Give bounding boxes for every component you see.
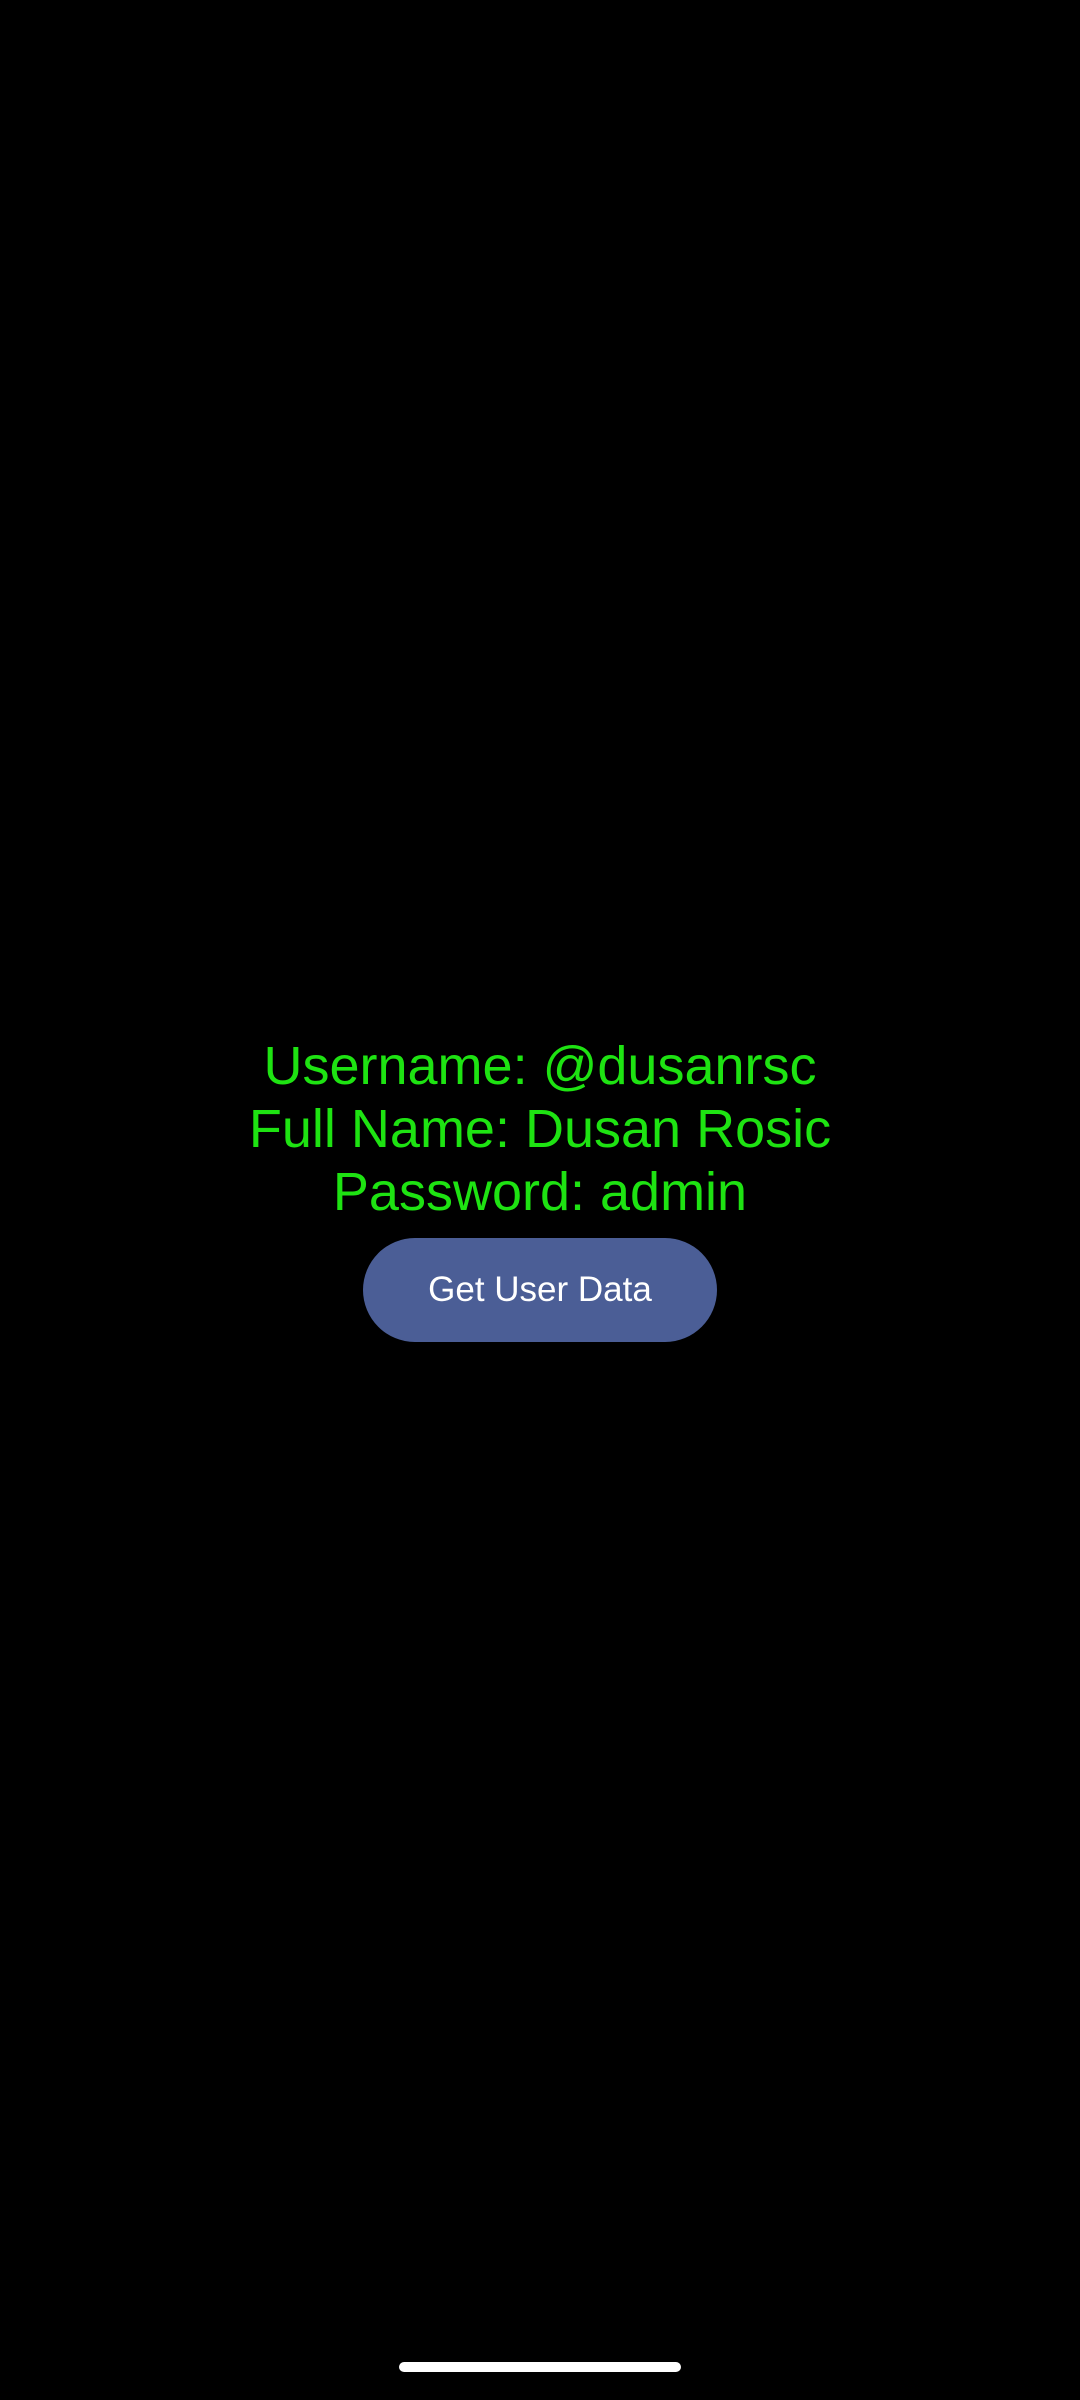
get-user-data-button[interactable]: Get User Data	[363, 1238, 717, 1342]
password-text: Password: admin	[332, 1162, 748, 1222]
app-screen: Username: @dusanrsc Full Name: Dusan Ros…	[0, 0, 1080, 2400]
full-name-text: Full Name: Dusan Rosic	[248, 1099, 832, 1159]
username-text: Username: @dusanrsc	[263, 1036, 817, 1096]
user-info-panel: Username: @dusanrsc Full Name: Dusan Ros…	[0, 1035, 1080, 1342]
gesture-nav-handle[interactable]	[399, 2362, 681, 2372]
